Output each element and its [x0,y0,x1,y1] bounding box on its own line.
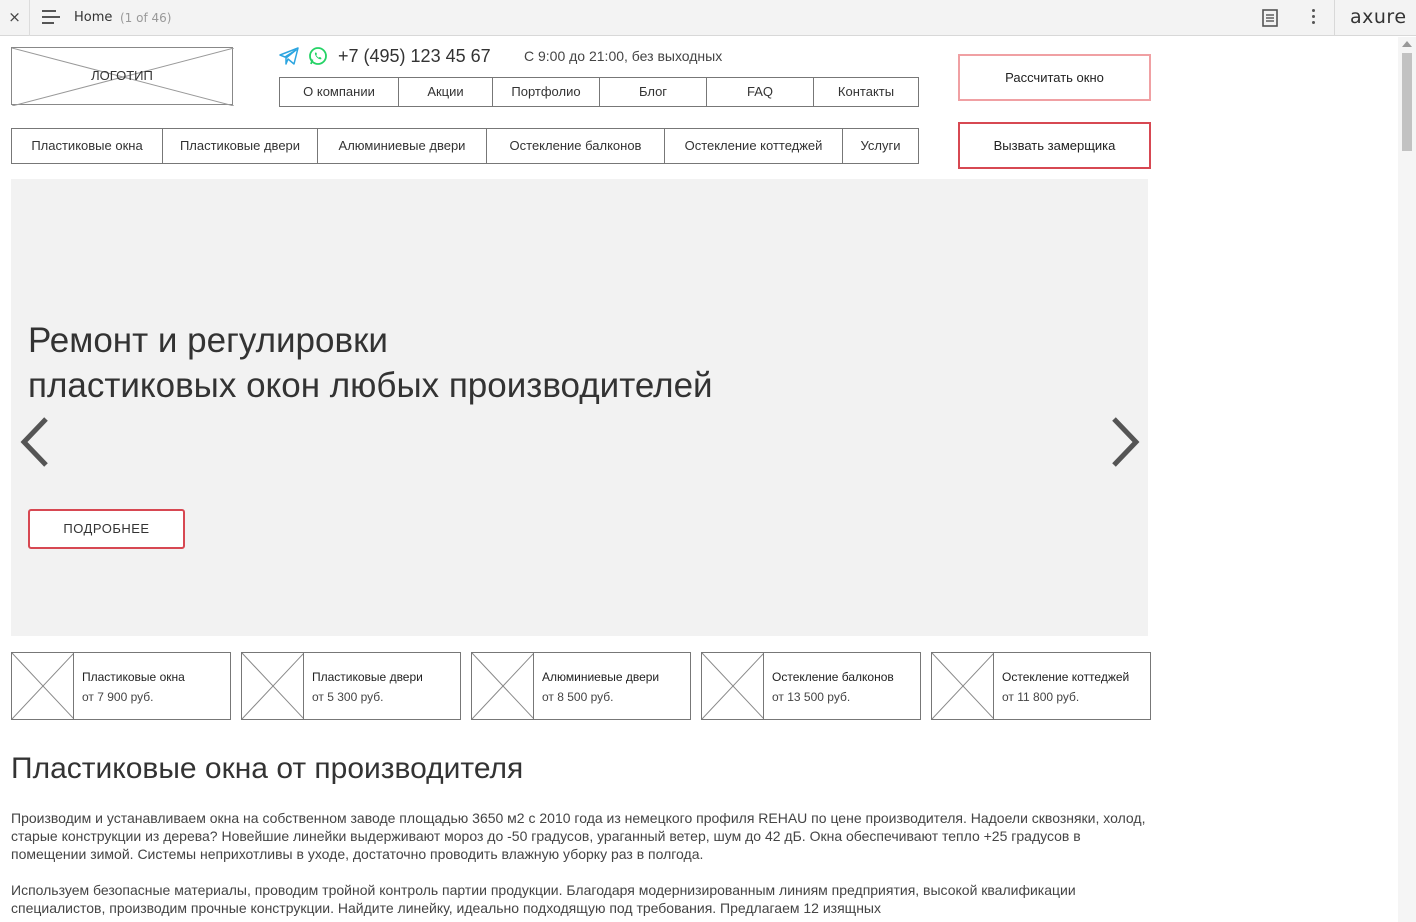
telegram-icon[interactable] [279,47,299,65]
product-name: Остекление коттеджей [1002,670,1130,684]
category-cottage-glazing[interactable]: Остекление коттеджей [665,129,843,163]
image-placeholder-icon [12,653,74,719]
category-navigation: Пластиковые окна Пластиковые двери Алюми… [11,128,919,164]
scroll-up-arrow-icon[interactable] [1402,41,1412,47]
phone-number[interactable]: +7 (495) 123 45 67 [338,46,491,67]
category-aluminum-doors[interactable]: Алюминиевые двери [318,129,487,163]
product-card[interactable]: Пластиковые двери от 5 300 руб. [241,652,461,720]
nav-item-contacts[interactable]: Контакты [814,78,918,106]
product-price: от 5 300 руб. [312,690,384,704]
product-price: от 7 900 руб. [82,690,154,704]
category-plastic-windows[interactable]: Пластиковые окна [12,129,163,163]
calculate-window-button[interactable]: Рассчитать окно [958,54,1151,101]
section-title: Пластиковые окна от производителя [11,752,524,785]
product-card[interactable]: Остекление балконов от 13 500 руб. [701,652,921,720]
hero-title-line-1: Ремонт и регулировки [28,321,388,360]
product-price: от 8 500 руб. [542,690,614,704]
product-name: Пластиковые окна [82,670,185,684]
nav-item-about[interactable]: О компании [280,78,399,106]
top-navigation: О компании Акции Портфолио Блог FAQ Конт… [279,77,919,107]
second-paragraph: Используем безопасные материалы, проводи… [11,882,1076,916]
category-balcony-glazing[interactable]: Остекление балконов [487,129,665,163]
nav-item-blog[interactable]: Блог [600,78,707,106]
call-measurer-button[interactable]: Вызвать замерщика [958,122,1151,169]
more-options-icon[interactable] [1310,9,1316,27]
product-card[interactable]: Алюминиевые двери от 8 500 руб. [471,652,691,720]
category-services[interactable]: Услуги [843,129,918,163]
nav-item-faq[interactable]: FAQ [707,78,814,106]
hamburger-menu-icon[interactable] [42,10,60,26]
image-placeholder-icon [702,653,764,719]
image-placeholder-icon [242,653,304,719]
working-hours: С 9:00 до 21:00, без выходных [524,48,723,64]
product-card[interactable]: Остекление коттеджей от 11 800 руб. [931,652,1151,720]
image-placeholder-icon [932,653,994,719]
whatsapp-icon[interactable] [308,46,328,66]
product-name: Остекление балконов [772,670,894,684]
hero-slider: Ремонт и регулировки пластиковых окон лю… [11,179,1148,636]
page-count: (1 of 46) [120,11,172,25]
intro-paragraph: Производим и устанавливаем окна на собст… [11,810,1146,862]
hero-title-line-2: пластиковых окон любых производителей [28,366,713,405]
image-placeholder-icon [472,653,534,719]
product-card[interactable]: Пластиковые окна от 7 900 руб. [11,652,231,720]
more-details-button[interactable]: ПОДРОБНЕЕ [28,509,185,549]
slider-prev-arrow-icon[interactable] [20,415,50,469]
slider-next-arrow-icon[interactable] [1110,415,1140,469]
product-cards: Пластиковые окна от 7 900 руб. Пластиков… [11,652,1151,720]
product-name: Алюминиевые двери [542,670,660,684]
viewer-toolbar: × Home (1 of 46) axure [0,0,1416,36]
page-canvas: ЛОГОТИП +7 (495) 123 45 67 С 9:00 до 21:… [0,37,1398,922]
vertical-scrollbar[interactable] [1398,37,1416,922]
logo-text: ЛОГОТИП [91,68,153,83]
category-plastic-doors[interactable]: Пластиковые двери [163,129,318,163]
nav-item-promotions[interactable]: Акции [399,78,493,106]
nav-item-portfolio[interactable]: Портфолио [493,78,600,106]
toolbar-divider [1334,0,1335,36]
page-title: Home [74,10,113,25]
scrollbar-thumb[interactable] [1402,53,1412,151]
notes-icon[interactable] [1262,9,1278,27]
hero-title: Ремонт и регулировки пластиковых окон лю… [28,318,713,408]
close-icon[interactable]: × [0,0,30,36]
logo-placeholder[interactable]: ЛОГОТИП [11,47,234,106]
product-price: от 13 500 руб. [772,690,851,704]
product-name: Пластиковые двери [312,670,423,684]
axure-logo: axure [1350,6,1407,28]
product-price: от 11 800 руб. [1002,690,1080,704]
